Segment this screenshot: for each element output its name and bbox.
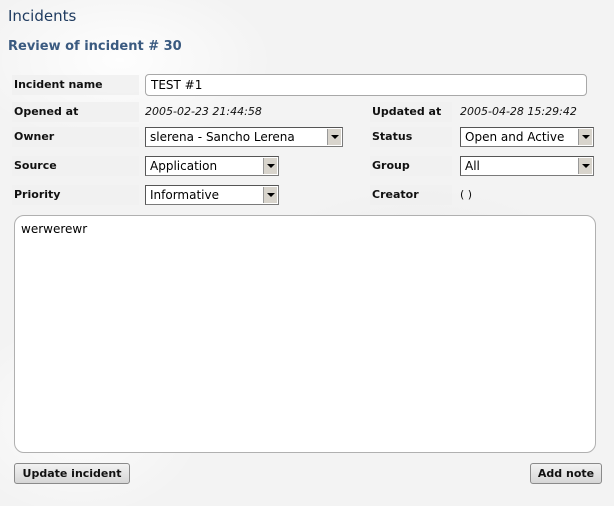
- priority-label: Priority: [12, 185, 139, 205]
- add-note-button[interactable]: Add note: [530, 463, 602, 484]
- chevron-down-icon[interactable]: [263, 158, 277, 174]
- priority-select[interactable]: Informative: [145, 185, 279, 205]
- chevron-down-icon[interactable]: [263, 187, 277, 203]
- owner-selected-value: slerena - Sancho Lerena: [150, 130, 295, 144]
- updated-at-value: 2005-04-28 15:29:42: [460, 105, 577, 118]
- update-incident-button[interactable]: Update incident: [14, 463, 130, 484]
- creator-label: Creator: [370, 185, 452, 205]
- priority-selected-value: Informative: [150, 188, 219, 202]
- incident-name-input[interactable]: TEST #1: [145, 74, 587, 96]
- status-select[interactable]: Open and Active: [460, 127, 594, 147]
- status-selected-value: Open and Active: [465, 130, 565, 144]
- incident-review-form: Incidents Review of incident # 30 Incide…: [0, 0, 614, 506]
- source-select[interactable]: Application: [145, 156, 279, 176]
- creator-value: ( ): [460, 188, 473, 201]
- chevron-down-icon[interactable]: [327, 129, 341, 145]
- incident-subtitle: Review of incident # 30: [8, 39, 182, 54]
- chevron-down-icon[interactable]: [578, 129, 592, 145]
- status-label: Status: [370, 127, 452, 147]
- updated-at-label: Updated at: [370, 102, 452, 122]
- source-selected-value: Application: [150, 159, 218, 173]
- group-select[interactable]: All: [460, 156, 594, 176]
- opened-at-label: Opened at: [12, 102, 139, 122]
- chevron-down-icon[interactable]: [578, 158, 592, 174]
- group-label: Group: [370, 156, 452, 176]
- opened-at-value: 2005-02-23 21:44:58: [145, 105, 262, 118]
- page-title: Incidents: [8, 7, 77, 25]
- owner-select[interactable]: slerena - Sancho Lerena: [145, 127, 343, 147]
- incident-name-label: Incident name: [12, 75, 139, 95]
- owner-label: Owner: [12, 127, 139, 147]
- group-selected-value: All: [465, 159, 480, 173]
- description-textarea[interactable]: werwerewr: [14, 215, 596, 453]
- description-text: werwerewr: [21, 222, 88, 236]
- incident-name-value: TEST #1: [151, 78, 203, 92]
- source-label: Source: [12, 156, 139, 176]
